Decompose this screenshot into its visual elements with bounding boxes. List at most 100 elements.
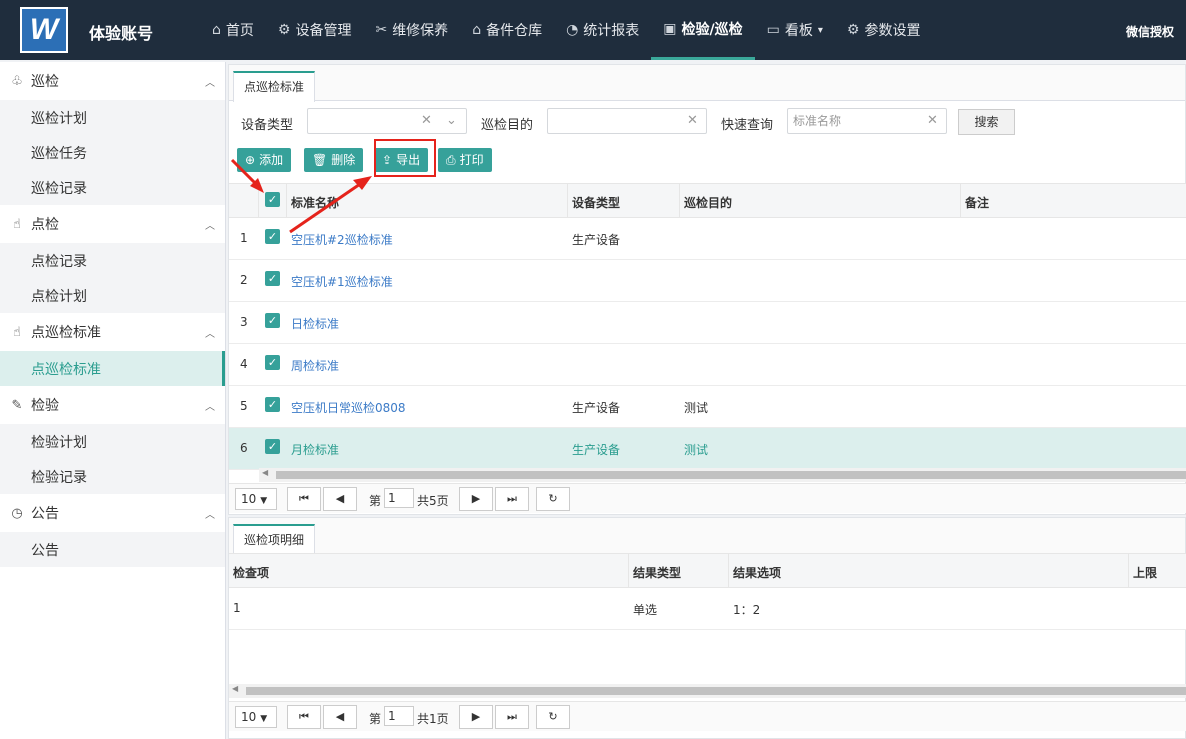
col-device-type[interactable]: 设备类型 (572, 194, 620, 211)
sidebar-item-patrol-plan[interactable]: 巡检计划 (0, 100, 225, 135)
standard-name-link[interactable]: 月检标准 (291, 441, 339, 458)
col-result-type[interactable]: 结果类型 (633, 564, 681, 581)
tab-detail-items[interactable]: 巡检项明细 (233, 524, 316, 555)
scrollbar-thumb[interactable] (246, 687, 1186, 695)
next-page-button[interactable]: ▶ (459, 487, 493, 511)
scroll-left-icon[interactable]: ◀ (232, 684, 238, 693)
nav-label: 看板 (784, 23, 813, 39)
col-purpose[interactable]: 巡检目的 (684, 194, 732, 211)
sidebar-group-notice[interactable]: ◷ 公告 ︿ (0, 494, 225, 532)
table-row[interactable]: 4 ✓ 周检标准 (229, 344, 1186, 386)
export-highlight-box (374, 139, 436, 177)
table-header: 检查项 结果类型 结果选项 上限 (229, 553, 1186, 588)
sidebar-group-standard[interactable]: ☝ 点巡检标准 ︿ (0, 313, 225, 351)
next-page-button[interactable]: ▶ (459, 705, 493, 729)
table-row[interactable]: 5 ✓ 空压机日常巡检0808 生产设备 测试 (229, 386, 1186, 428)
standards-panel: 点巡检标准 设备类型 ✕ ⌄ 巡检目的 ✕ 快速查询 标准名称 ✕ 搜索 ⊕ 添加… (228, 64, 1186, 515)
device-icon: ⚙ (277, 22, 291, 38)
add-button[interactable]: ⊕ 添加 (237, 148, 292, 172)
tab-standards[interactable]: 点巡检标准 (233, 71, 316, 102)
col-check-item[interactable]: 检查项 (233, 564, 269, 581)
col-remark[interactable]: 备注 (965, 194, 989, 211)
standard-name-link[interactable]: 空压机#1巡检标准 (291, 273, 393, 290)
chevron-down-icon: ▼ (260, 714, 268, 724)
row-checkbox[interactable]: ✓ (265, 313, 280, 328)
sidebar-group-spot-check[interactable]: ☝ 点检 ︿ (0, 205, 225, 243)
sidebar-item-spot-plan[interactable]: 点检计划 (0, 278, 225, 313)
select-all-checkbox[interactable]: ✓ (265, 192, 280, 207)
chevron-down-icon: ▾ (817, 24, 823, 36)
standard-name-link[interactable]: 空压机日常巡检0808 (291, 399, 406, 416)
nav-dashboard[interactable]: ▭ 看板 ▾ (755, 0, 835, 60)
table-row[interactable]: 1 单选 1：2 (229, 588, 1186, 630)
row-checkbox[interactable]: ✓ (265, 439, 280, 454)
last-page-button[interactable]: ⏭ (495, 487, 529, 511)
standard-name-link[interactable]: 空压机#2巡检标准 (291, 231, 393, 248)
wechat-auth-link[interactable]: 微信授权 (1126, 23, 1174, 40)
table-row[interactable]: 1 ✓ 空压机#2巡检标准 生产设备 (229, 218, 1186, 260)
nav-inspection[interactable]: ▣ 检验/巡检 (651, 0, 755, 60)
row-checkbox[interactable]: ✓ (265, 229, 280, 244)
nav-home[interactable]: ⌂ 首页 (200, 0, 266, 60)
sidebar-item-spot-record[interactable]: 点检记录 (0, 243, 225, 278)
delete-button[interactable]: 🗑 删除 (304, 148, 364, 172)
page-number-input[interactable]: 1 (384, 706, 414, 726)
account-name[interactable]: 体验账号 (89, 20, 153, 44)
search-button[interactable]: 搜索 (958, 109, 1015, 135)
nav-settings[interactable]: ⚙ 参数设置 (835, 0, 933, 60)
standard-name-link[interactable]: 日检标准 (291, 315, 339, 332)
first-page-button[interactable]: ⏮ (287, 705, 321, 729)
chevron-up-icon: ︿ (205, 510, 215, 521)
sidebar: ♧ 巡检 ︿ 巡检计划 巡检任务 巡检记录 ☝ 点检 ︿ 点检记录 点检计划 ☝ 点巡检标… (0, 62, 226, 739)
purpose-input[interactable]: ✕ (547, 108, 707, 134)
nav-device-management[interactable]: ⚙ 设备管理 (266, 0, 364, 60)
row-checkbox[interactable]: ✓ (265, 397, 280, 412)
row-number: 6 (240, 441, 248, 455)
app-logo[interactable]: W (20, 7, 68, 53)
sidebar-item-notice[interactable]: 公告 (0, 532, 225, 567)
device-type-select[interactable]: ✕ ⌄ (307, 108, 467, 134)
clear-icon[interactable]: ✕ (687, 109, 698, 133)
refresh-button[interactable]: ↻ (536, 487, 570, 511)
purpose-label: 巡检目的 (481, 118, 534, 133)
horizontal-scrollbar[interactable]: ◀ (229, 684, 1186, 698)
sidebar-item-inspection-record[interactable]: 检验记录 (0, 459, 225, 494)
col-name[interactable]: 标准名称 (291, 194, 339, 211)
table-row[interactable]: 2 ✓ 空压机#1巡检标准 (229, 260, 1186, 302)
page-size-select[interactable]: 10 ▼ (235, 488, 277, 510)
sidebar-group-patrol[interactable]: ♧ 巡检 ︿ (0, 62, 225, 100)
scroll-left-icon[interactable]: ◀ (262, 468, 268, 477)
sidebar-group-inspection[interactable]: ✎ 检验 ︿ (0, 386, 225, 424)
page-size-select[interactable]: 10 ▼ (235, 706, 277, 728)
scrollbar-thumb[interactable] (276, 471, 1186, 479)
last-page-button[interactable]: ⏭ (495, 705, 529, 729)
horizontal-scrollbar[interactable]: ◀ (259, 468, 1186, 482)
filter-bar: 设备类型 ✕ ⌄ 巡检目的 ✕ 快速查询 标准名称 ✕ 搜索 (229, 107, 1186, 137)
nav-maintenance[interactable]: ✂ 维修保养 (363, 0, 460, 60)
chevron-down-icon[interactable]: ⌄ (446, 109, 457, 133)
table-row-selected[interactable]: 6 ✓ 月检标准 生产设备 测试 (229, 428, 1186, 470)
refresh-button[interactable]: ↻ (536, 705, 570, 729)
sidebar-item-patrol-task[interactable]: 巡检任务 (0, 135, 225, 170)
prev-page-button[interactable]: ◀ (323, 487, 357, 511)
clear-icon[interactable]: ✕ (927, 109, 938, 133)
first-page-button[interactable]: ⏮ (287, 487, 321, 511)
row-checkbox[interactable]: ✓ (265, 355, 280, 370)
print-button[interactable]: ⎙ 打印 (438, 148, 492, 172)
standard-name-link[interactable]: 周检标准 (291, 357, 339, 374)
quick-search-input[interactable]: 标准名称 ✕ (787, 108, 947, 134)
col-result-options[interactable]: 结果选项 (733, 564, 781, 581)
nav-spare-parts[interactable]: ⌂ 备件仓库 (460, 0, 554, 60)
clear-icon[interactable]: ✕ (421, 109, 432, 133)
add-label: 添加 (259, 153, 284, 167)
sidebar-item-standard[interactable]: 点巡检标准 (0, 351, 225, 386)
row-checkbox[interactable]: ✓ (265, 271, 280, 286)
print-label: 打印 (459, 153, 484, 167)
page-number-input[interactable]: 1 (384, 488, 414, 508)
sidebar-item-inspection-plan[interactable]: 检验计划 (0, 424, 225, 459)
nav-reports[interactable]: ◔ 统计报表 (554, 0, 651, 60)
table-row[interactable]: 3 ✓ 日检标准 (229, 302, 1186, 344)
prev-page-button[interactable]: ◀ (323, 705, 357, 729)
col-upper-limit[interactable]: 上限 (1133, 564, 1157, 581)
sidebar-item-patrol-record[interactable]: 巡检记录 (0, 170, 225, 205)
